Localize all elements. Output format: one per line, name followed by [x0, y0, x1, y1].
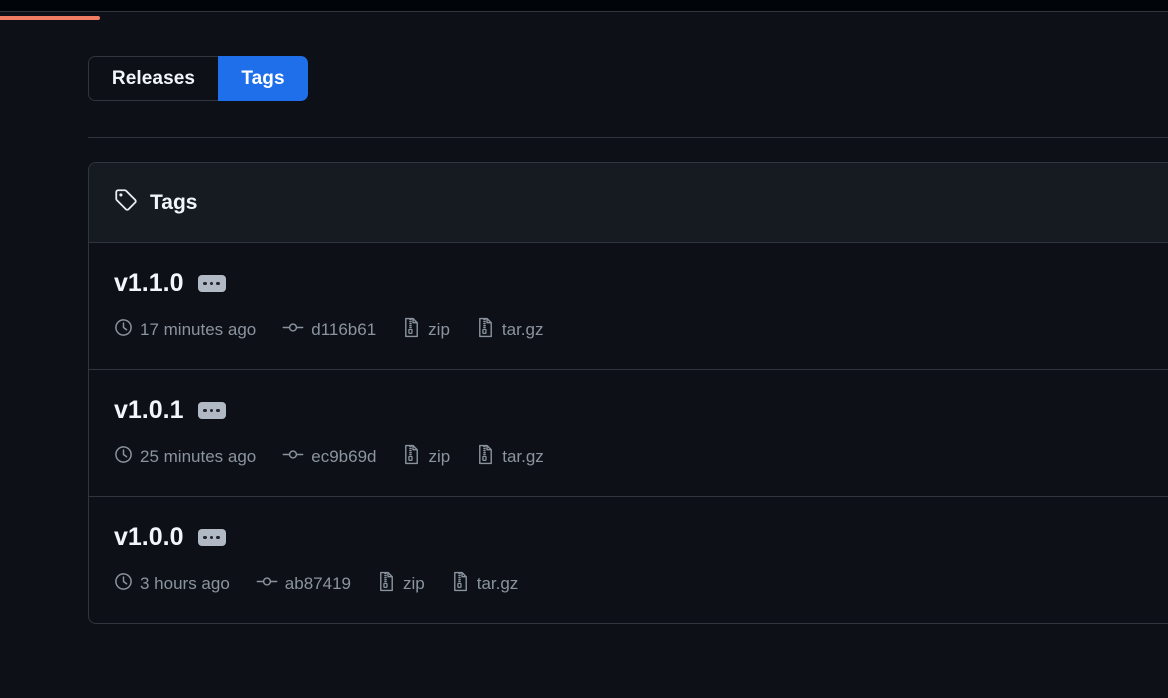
- file-zip-icon: [402, 444, 421, 470]
- kebab-dot: [203, 408, 207, 413]
- tag-meta: 3 hours ago ab87419 zip tar.gz: [114, 571, 1168, 597]
- tags-card-header: Tags: [89, 163, 1168, 243]
- clock-icon: [114, 318, 133, 342]
- kebab-dot: [209, 281, 214, 286]
- tag-commit[interactable]: ec9b69d: [282, 445, 376, 469]
- kebab-dot: [203, 281, 207, 286]
- tag-timestamp: 25 minutes ago: [114, 445, 256, 469]
- tag-name-link[interactable]: v1.0.1: [114, 398, 184, 423]
- page-divider: [88, 137, 1168, 138]
- tag-name-line: v1.0.0: [114, 525, 1168, 550]
- table-row: v1.0.1 25 minutes ago ec9b69d zip tar.gz: [89, 370, 1168, 497]
- tag-commit[interactable]: ab87419: [256, 572, 351, 596]
- tag-download-targz[interactable]: tar.gz: [476, 317, 544, 343]
- tag-download-zip[interactable]: zip: [402, 444, 450, 470]
- tag-targz-label[interactable]: tar.gz: [502, 320, 544, 340]
- kebab-dot: [216, 408, 220, 413]
- tab-tags[interactable]: Tags: [218, 56, 308, 101]
- tag-targz-label[interactable]: tar.gz: [477, 574, 519, 594]
- tags-card-title: Tags: [150, 190, 198, 214]
- tag-name-link[interactable]: v1.1.0: [114, 271, 184, 296]
- kebab-dot: [203, 535, 207, 540]
- file-zip-icon: [451, 571, 470, 597]
- page-loading-progress-bar: [0, 16, 100, 20]
- git-commit-icon: [282, 318, 304, 342]
- tag-meta: 17 minutes ago d116b61 zip tar.gz: [114, 317, 1168, 343]
- tag-name-line: v1.1.0: [114, 271, 1168, 296]
- tag-time-text: 17 minutes ago: [140, 320, 257, 339]
- tag-commit-sha[interactable]: ab87419: [285, 574, 351, 594]
- table-row: v1.1.0 17 minutes ago d116b61 zip tar.gz: [89, 243, 1168, 370]
- page-loading-progress-track: [0, 8, 1168, 20]
- file-zip-icon: [476, 444, 495, 470]
- kebab-dot: [209, 535, 214, 540]
- clock-icon: [114, 445, 133, 469]
- tag-commit-sha[interactable]: d116b61: [311, 320, 376, 340]
- tag-commit[interactable]: d116b61: [282, 318, 376, 342]
- kebab-horizontal-icon[interactable]: [197, 402, 226, 419]
- tag-name-line: v1.0.1: [114, 398, 1168, 423]
- releases-tags-segmented-control[interactable]: Releases Tags: [88, 56, 308, 101]
- tag-zip-label[interactable]: zip: [403, 574, 425, 594]
- tag-name-link[interactable]: v1.0.0: [114, 525, 184, 550]
- kebab-horizontal-icon[interactable]: [197, 529, 226, 546]
- tag-download-targz[interactable]: tar.gz: [476, 444, 544, 470]
- tag-timestamp: 17 minutes ago: [114, 318, 256, 342]
- tag-targz-label[interactable]: tar.gz: [502, 447, 544, 467]
- tag-download-zip[interactable]: zip: [402, 317, 450, 343]
- file-zip-icon: [402, 317, 421, 343]
- tag-zip-label[interactable]: zip: [428, 447, 450, 467]
- table-row: v1.0.0 3 hours ago ab87419 zip tar.gz: [89, 497, 1168, 623]
- tag-download-targz[interactable]: tar.gz: [451, 571, 519, 597]
- tag-time-text: 25 minutes ago: [140, 447, 257, 466]
- tags-card: Tags v1.1.0 17 minutes ago d116b61 zip t…: [88, 162, 1168, 624]
- tag-zip-label[interactable]: zip: [428, 320, 450, 340]
- kebab-dot: [209, 408, 214, 413]
- tag-time-text: 3 hours ago: [140, 574, 230, 593]
- tag-timestamp: 3 hours ago: [114, 572, 230, 596]
- git-commit-icon: [256, 572, 278, 596]
- kebab-dot: [216, 535, 220, 540]
- kebab-horizontal-icon[interactable]: [197, 275, 226, 292]
- tag-commit-sha[interactable]: ec9b69d: [311, 447, 376, 467]
- kebab-dot: [216, 281, 220, 286]
- file-zip-icon: [377, 571, 396, 597]
- tab-releases[interactable]: Releases: [88, 56, 218, 101]
- git-commit-icon: [282, 445, 304, 469]
- file-zip-icon: [476, 317, 495, 343]
- tag-download-zip[interactable]: zip: [377, 571, 425, 597]
- tag-meta: 25 minutes ago ec9b69d zip tar.gz: [114, 444, 1168, 470]
- clock-icon: [114, 572, 133, 596]
- tag-icon: [114, 188, 138, 217]
